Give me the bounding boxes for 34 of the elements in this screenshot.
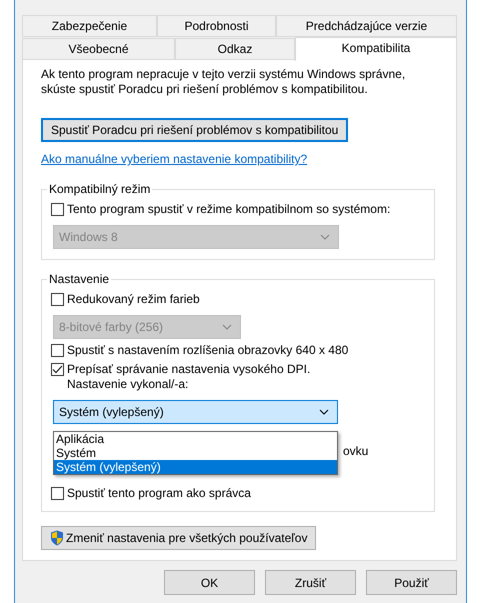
- dialog-button[interactable]: OK: [164, 570, 255, 595]
- chevron-down-icon: [319, 409, 329, 415]
- dropdown-option[interactable]: Systém: [54, 446, 337, 460]
- intro-text: Ak tento program nepracuje v tejto verzii systému Windows správne, skúste spustiť Poradcu pri riešení problémov s kompatibilitou.: [41, 67, 406, 97]
- checkbox[interactable]: [51, 344, 64, 357]
- dialog-button[interactable]: Zrušiť: [265, 570, 356, 595]
- checkbox[interactable]: [51, 487, 64, 500]
- checkbox[interactable]: [51, 293, 64, 306]
- tab[interactable]: Podrobnosti: [157, 15, 276, 37]
- dialog-button[interactable]: Použiť: [366, 570, 457, 595]
- shield-icon: [50, 530, 64, 546]
- dropdown[interactable]: Systém (vylepšený): [53, 400, 338, 424]
- checkbox[interactable]: [51, 203, 64, 216]
- checkbox[interactable]: [51, 363, 64, 376]
- group-title: Nastavenie: [48, 272, 110, 286]
- help-link[interactable]: Ako manuálne vyberiem nastavenie kompatibility?: [41, 152, 308, 166]
- tab[interactable]: Kompatibilita: [295, 37, 457, 61]
- checkbox-label: Spustiť s nastavením rozlíšenia obrazovky 640 x 480: [67, 343, 348, 358]
- tab[interactable]: Predchádzajúce verzie: [276, 15, 457, 37]
- checkbox-label: Redukovaný režim farieb: [67, 292, 200, 307]
- tab[interactable]: Všeobecné: [22, 38, 175, 60]
- dropdown-option[interactable]: Systém (vylepšený): [54, 460, 337, 474]
- group-title: Kompatibilný režim: [48, 182, 152, 196]
- checkbox-label: Prepísať správanie nastavenia vysokého DPI. Nastavenie vykonal/-a:: [67, 362, 310, 392]
- change-all-users-button[interactable]: Zmeniť nastavenia pre všetkých používateľov: [41, 526, 316, 550]
- chevron-down-icon: [222, 324, 232, 330]
- tab[interactable]: Odkaz: [175, 38, 295, 60]
- troubleshoot-button[interactable]: Spustiť Poradcu pri riešení problémov s kompatibilitou: [41, 118, 348, 142]
- checkbox-label: Tento program spustiť v režime kompatibilnom so systémom:: [67, 202, 390, 217]
- chevron-down-icon: [320, 234, 330, 240]
- checkbox-label: ovku: [343, 444, 368, 458]
- checkbox-label: Spustiť tento program ako správca: [67, 486, 251, 501]
- dropdown-option[interactable]: Aplikácia: [54, 432, 337, 446]
- tab[interactable]: Zabezpečenie: [22, 15, 157, 37]
